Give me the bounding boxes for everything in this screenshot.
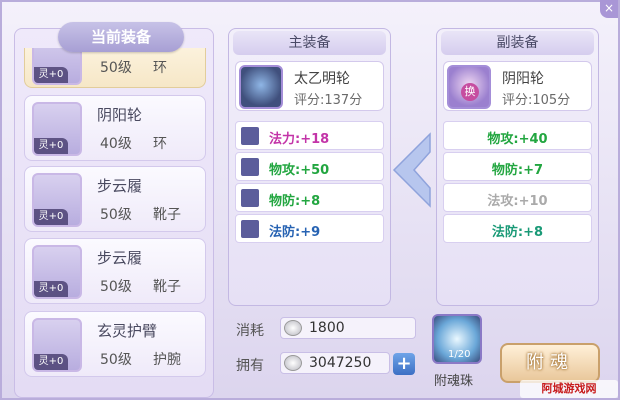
boots-icon: 灵+0 [32, 245, 82, 299]
main-equipment-score: 评分:137分 [294, 93, 363, 108]
sub-stat-row: 法攻:+10 [443, 183, 592, 212]
stat-label: 物攻:+40 [487, 132, 548, 147]
soul-pearl-icon[interactable]: 1/20 [432, 314, 482, 364]
checkbox-icon[interactable] [241, 220, 259, 238]
item-type: 靴子 [153, 207, 181, 223]
list-item[interactable]: 灵+0 步云履 50级 靴子 [24, 166, 206, 232]
main-stat-row[interactable]: 物防:+8 [235, 183, 384, 212]
item-name: 阴阳轮 [97, 106, 143, 124]
list-item[interactable]: 灵+0 玄灵护臂 50级 护腕 [24, 311, 206, 377]
stat-label: 法攻:+10 [487, 194, 548, 209]
pearl-count: 1/20 [448, 349, 471, 360]
sub-stat-row: 物攻:+40 [443, 121, 592, 150]
item-name: 步云履 [97, 249, 143, 267]
spirit-badge: 灵+0 [34, 67, 68, 83]
watermark-logo: 阿城游戏网 [520, 380, 618, 398]
item-level: 50级 [100, 352, 132, 368]
add-currency-button[interactable]: + [393, 353, 415, 375]
stat-label: 物防:+7 [491, 163, 544, 178]
main-stat-row[interactable]: 法力:+18 [235, 121, 384, 150]
current-equipment-header: 当前装备 [58, 22, 184, 52]
own-label: 拥有 [236, 358, 264, 374]
main-equipment-title: 主装备 [233, 31, 386, 55]
yinyang-wheel-icon: 换 [447, 65, 491, 109]
sub-equipment-name: 阴阳轮 [502, 71, 544, 87]
transfer-arrow-icon [392, 132, 431, 208]
checkbox-icon[interactable] [241, 189, 259, 207]
sub-equipment-panel: 副装备 换 阴阳轮 评分:105分 物攻:+40 物防:+7 法攻:+10 法防… [436, 28, 599, 306]
item-type: 环 [153, 60, 167, 76]
bracer-icon: 灵+0 [32, 318, 82, 372]
attach-soul-button[interactable]: 附魂 [500, 343, 600, 383]
main-equipment-name: 太乙明轮 [294, 71, 350, 87]
sub-stat-row: 法防:+8 [443, 214, 592, 243]
stat-label: 物攻:+50 [269, 163, 330, 178]
spirit-badge: 灵+0 [34, 354, 68, 370]
yinyang-wheel-icon: 灵+0 [32, 102, 82, 156]
item-name: 玄灵护臂 [97, 322, 158, 340]
spirit-badge: 灵+0 [34, 209, 68, 225]
wheel-weapon-icon [239, 65, 283, 109]
sub-equipment-title: 副装备 [441, 31, 594, 55]
item-level: 50级 [100, 60, 132, 76]
cost-value: 1800 [309, 320, 345, 336]
cost-bar: 1800 [280, 317, 416, 339]
sub-stat-row: 物防:+7 [443, 152, 592, 181]
spirit-badge: 灵+0 [34, 281, 68, 297]
item-type: 护腕 [153, 352, 181, 368]
item-type: 环 [153, 136, 167, 152]
main-equipment-card[interactable]: 太乙明轮 评分:137分 [235, 61, 384, 111]
list-item[interactable]: 灵+0 阴阳轮 40级 环 [24, 95, 206, 161]
item-level: 50级 [100, 279, 132, 295]
item-type: 靴子 [153, 279, 181, 295]
stat-label: 法力:+18 [269, 132, 330, 147]
close-icon[interactable]: × [600, 0, 618, 18]
main-stat-row[interactable]: 法防:+9 [235, 214, 384, 243]
coin-icon [284, 320, 302, 336]
sub-equipment-card[interactable]: 换 阴阳轮 评分:105分 [443, 61, 592, 111]
stat-label: 物防:+8 [269, 194, 321, 209]
item-level: 40级 [100, 136, 132, 152]
own-value: 3047250 [309, 355, 372, 371]
checkbox-icon[interactable] [241, 127, 259, 145]
stat-label: 法防:+8 [491, 225, 544, 240]
own-bar: 3047250 [280, 352, 390, 374]
item-name: 步云履 [97, 177, 143, 195]
swap-badge: 换 [461, 83, 479, 101]
coin-icon [284, 355, 302, 371]
sub-equipment-score: 评分:105分 [502, 93, 571, 108]
spirit-badge: 灵+0 [34, 138, 68, 154]
boots-icon: 灵+0 [32, 173, 82, 227]
stat-label: 法防:+9 [269, 225, 321, 240]
list-item[interactable]: 灵+0 步云履 50级 靴子 [24, 238, 206, 304]
checkbox-icon[interactable] [241, 158, 259, 176]
main-stat-row[interactable]: 物攻:+50 [235, 152, 384, 181]
item-level: 50级 [100, 207, 132, 223]
main-equipment-panel: 主装备 太乙明轮 评分:137分 法力:+18 物攻:+50 物防:+8 法防:… [228, 28, 391, 306]
soul-pearl-label: 附魂珠 [434, 374, 474, 389]
cost-label: 消耗 [236, 323, 264, 339]
